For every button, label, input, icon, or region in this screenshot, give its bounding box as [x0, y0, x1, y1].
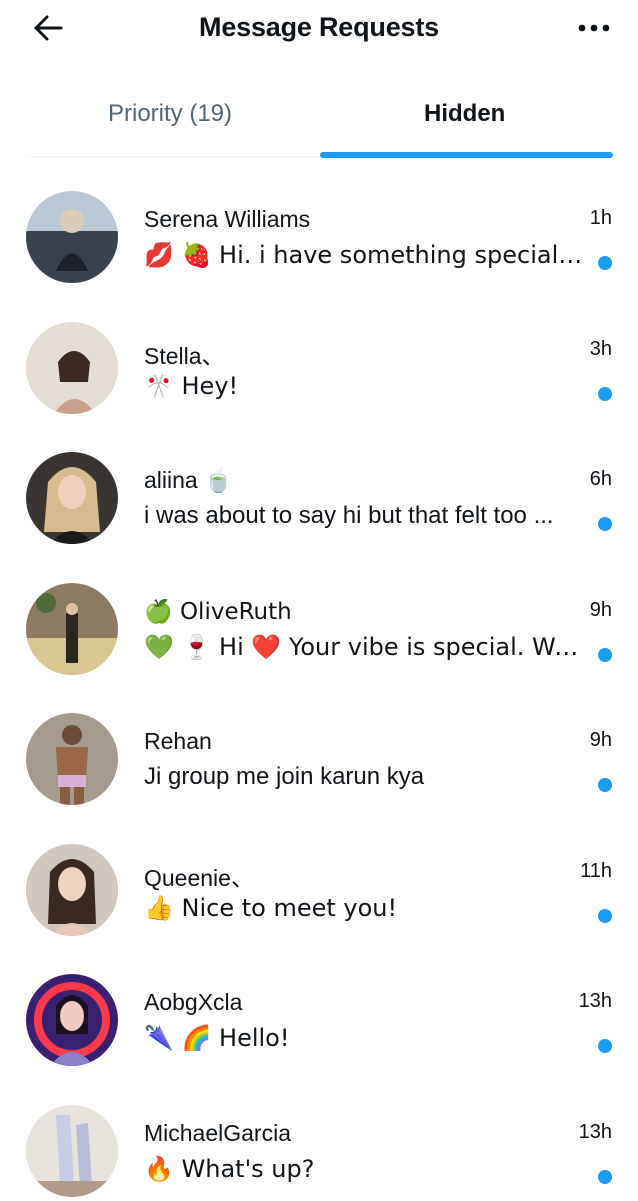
- unread-indicator: [598, 1170, 612, 1184]
- sender-name: Serena Williams: [144, 206, 310, 233]
- unread-indicator: [598, 387, 612, 401]
- unread-indicator: [598, 648, 612, 662]
- message-snippet: 👍 Nice to meet you!: [144, 894, 584, 922]
- unread-indicator: [598, 1039, 612, 1053]
- message-time: 13h: [579, 1121, 612, 1144]
- message-request-row[interactable]: AobgXcla 13h 🌂 🌈 Hello!: [0, 940, 638, 1071]
- message-time: 9h: [590, 729, 612, 752]
- avatar[interactable]: [26, 452, 118, 544]
- avatar[interactable]: [26, 974, 118, 1066]
- tab-hidden[interactable]: Hidden: [424, 100, 505, 128]
- message-request-row[interactable]: Queenie、 11h 👍 Nice to meet you!: [0, 810, 638, 941]
- avatar[interactable]: [26, 191, 118, 283]
- message-request-row[interactable]: MichaelGarcia 13h 🔥 What's up?: [0, 1071, 638, 1201]
- unread-indicator: [598, 256, 612, 270]
- tab-bar: Priority (19) Hidden: [0, 60, 638, 157]
- message-request-row[interactable]: aliina 🍵 6h i was about to say hi but th…: [0, 418, 638, 549]
- message-request-row[interactable]: Rehan 9h Ji group me join karun kya: [0, 679, 638, 810]
- message-snippet: 💚 🍷 Hi ❤️ Your vibe is special. Want...: [144, 633, 584, 661]
- sender-name: MichaelGarcia: [144, 1120, 291, 1147]
- message-snippet: 💋 🍓 Hi. i have something special... j...: [144, 241, 584, 269]
- top-bar: Message Requests: [0, 0, 638, 60]
- sender-name: Rehan: [144, 728, 212, 755]
- sender-name: AobgXcla: [144, 989, 242, 1016]
- message-time: 11h: [580, 860, 612, 883]
- sender-name: aliina 🍵: [144, 467, 233, 494]
- message-snippet: 🔥 What's up?: [144, 1155, 584, 1183]
- avatar[interactable]: [26, 1105, 118, 1197]
- unread-indicator: [598, 517, 612, 531]
- message-snippet: Ji group me join karun kya: [144, 763, 584, 791]
- message-request-list: Serena Williams 1h 💋 🍓 Hi. i have someth…: [0, 157, 638, 1201]
- message-request-row[interactable]: Serena Williams 1h 💋 🍓 Hi. i have someth…: [0, 157, 638, 288]
- unread-indicator: [598, 778, 612, 792]
- unread-indicator: [598, 909, 612, 923]
- sender-name: Queenie、: [144, 859, 254, 893]
- tab-priority[interactable]: Priority (19): [108, 100, 232, 128]
- message-time: 9h: [590, 599, 612, 622]
- message-time: 1h: [590, 207, 612, 230]
- avatar[interactable]: [26, 583, 118, 675]
- message-snippet: 🎌 Hey!: [144, 372, 584, 400]
- sender-name: Stella、: [144, 337, 225, 371]
- more-options-button[interactable]: [574, 12, 614, 44]
- message-time: 3h: [590, 338, 612, 361]
- avatar[interactable]: [26, 844, 118, 936]
- message-request-row[interactable]: Stella、 3h 🎌 Hey!: [0, 288, 638, 419]
- page-title: Message Requests: [0, 12, 638, 43]
- message-time: 6h: [590, 468, 612, 491]
- more-dots-icon: [578, 23, 610, 33]
- message-time: 13h: [579, 990, 612, 1013]
- avatar[interactable]: [26, 713, 118, 805]
- message-snippet: 🌂 🌈 Hello!: [144, 1024, 584, 1052]
- avatar[interactable]: [26, 322, 118, 414]
- sender-name: 🍏 OliveRuth: [144, 598, 292, 625]
- message-snippet: i was about to say hi but that felt too …: [144, 502, 584, 530]
- message-request-row[interactable]: 🍏 OliveRuth 9h 💚 🍷 Hi ❤️ Your vibe is sp…: [0, 549, 638, 680]
